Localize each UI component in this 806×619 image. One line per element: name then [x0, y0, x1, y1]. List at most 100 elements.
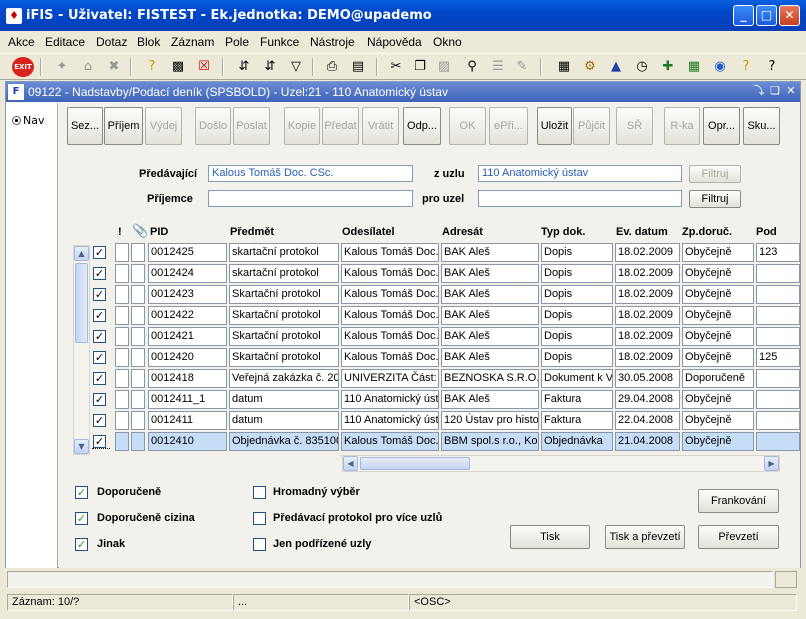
add-icon[interactable]: ✚: [658, 57, 678, 77]
scroll-thumb[interactable]: [75, 263, 88, 343]
row-select-checkbox[interactable]: ✓: [93, 288, 106, 301]
cell-typ[interactable]: Dokument k V:: [541, 369, 613, 388]
cell-typ[interactable]: Faktura: [541, 411, 613, 430]
cell-predmet[interactable]: Skartační protokol: [229, 327, 339, 346]
cell-adresat[interactable]: BEZNOSKA S.R.O.: [441, 369, 539, 388]
row-select-checkbox[interactable]: ✓: [93, 393, 106, 406]
action-button-15[interactable]: Opr...: [703, 107, 740, 145]
row-priority-cell[interactable]: [115, 306, 129, 325]
cell-odesilatel[interactable]: Kalous Tomáš Doc.: [341, 306, 439, 325]
row-attachment-cell[interactable]: [131, 327, 145, 346]
action-button-2[interactable]: Výdej: [145, 107, 182, 145]
print-preview-icon[interactable]: ▤: [348, 57, 368, 77]
cell-odesilatel[interactable]: Kalous Tomáš Doc.: [341, 432, 439, 451]
cell-pid[interactable]: 0012410: [148, 432, 227, 451]
jinak-checkbox[interactable]: ✓: [75, 538, 88, 551]
cell-adresat[interactable]: BAK Aleš: [441, 264, 539, 283]
cell-adresat[interactable]: BBM spol.s r.o., Ko: [441, 432, 539, 451]
menu-akce[interactable]: Akce: [8, 35, 35, 49]
cell-adresat[interactable]: BAK Aleš: [441, 285, 539, 304]
menu-blok[interactable]: Blok: [137, 35, 160, 49]
action-button-6[interactable]: Předat: [322, 107, 359, 145]
cell-predmet[interactable]: skartační protokol: [229, 243, 339, 262]
cut-icon[interactable]: ✂: [386, 57, 406, 77]
predavaci-checkbox[interactable]: [253, 512, 266, 525]
row-select-checkbox[interactable]: ✓: [93, 351, 106, 364]
action-button-0[interactable]: Sez...: [67, 107, 103, 145]
cell-odesilatel[interactable]: 110 Anatomický úst: [341, 390, 439, 409]
cell-pod[interactable]: [756, 390, 800, 409]
cell-odesilatel[interactable]: Kalous Tomáš Doc.: [341, 264, 439, 283]
settings-icon[interactable]: ⚙: [580, 57, 600, 77]
filter-icon[interactable]: ▽: [286, 57, 306, 77]
cell-predmet[interactable]: Skartační protokol: [229, 306, 339, 325]
row-priority-cell[interactable]: [115, 369, 129, 388]
row-priority-cell[interactable]: [115, 432, 129, 451]
cell-ev[interactable]: 21.04.2008: [615, 432, 680, 451]
row-attachment-cell[interactable]: [131, 390, 145, 409]
cell-predmet[interactable]: Objednávka č. 835100: [229, 432, 339, 451]
chart-icon[interactable]: ▲: [606, 57, 626, 77]
row-select-checkbox[interactable]: ✓: [93, 309, 106, 322]
pro-uzel-field[interactable]: [478, 190, 682, 207]
cell-pod[interactable]: [756, 306, 800, 325]
cell-typ[interactable]: Dopis: [541, 306, 613, 325]
cell-adresat[interactable]: BAK Aleš: [441, 243, 539, 262]
cell-ev[interactable]: 30.05.2008: [615, 369, 680, 388]
cancel-query-icon[interactable]: ☒: [194, 57, 214, 77]
cell-predmet[interactable]: Skartační protokol: [229, 348, 339, 367]
help-icon[interactable]: ?: [762, 57, 782, 77]
cell-predmet[interactable]: datum: [229, 411, 339, 430]
copy-icon[interactable]: ❐: [410, 57, 430, 77]
action-button-13[interactable]: SŘ: [616, 107, 653, 145]
cell-ev[interactable]: 18.02.2009: [615, 306, 680, 325]
row-attachment-cell[interactable]: [131, 306, 145, 325]
cell-pod[interactable]: 123: [756, 243, 800, 262]
insert-record-icon[interactable]: ⌂: [78, 57, 98, 77]
cell-ev[interactable]: 29.04.2008: [615, 390, 680, 409]
vertical-scrollbar[interactable]: ▲ ▼: [73, 245, 90, 455]
web-icon[interactable]: ◉: [710, 57, 730, 77]
jen-podrizene-checkbox[interactable]: [253, 538, 266, 551]
row-select-checkbox[interactable]: ✓: [93, 330, 106, 343]
hscroll-thumb[interactable]: [360, 457, 470, 470]
cell-pid[interactable]: 0012411_1: [148, 390, 227, 409]
cell-pod[interactable]: 125: [756, 348, 800, 367]
cell-odesilatel[interactable]: Kalous Tomáš Doc.: [341, 243, 439, 262]
cell-pod[interactable]: [756, 327, 800, 346]
row-attachment-cell[interactable]: [131, 369, 145, 388]
calculator-icon[interactable]: ▦: [554, 57, 574, 77]
row-priority-cell[interactable]: [115, 327, 129, 346]
row-attachment-cell[interactable]: [131, 243, 145, 262]
row-priority-cell[interactable]: [115, 411, 129, 430]
cell-ev[interactable]: 18.02.2009: [615, 285, 680, 304]
row-select-checkbox[interactable]: ✓: [93, 372, 106, 385]
hromadny-checkbox[interactable]: [253, 486, 266, 499]
menu-dotaz[interactable]: Dotaz: [96, 35, 127, 49]
action-button-1[interactable]: Příjem: [104, 107, 143, 145]
form-minimize-icon[interactable]: ⤵: [752, 84, 766, 98]
cell-ev[interactable]: 18.02.2009: [615, 243, 680, 262]
row-priority-cell[interactable]: [115, 264, 129, 283]
action-button-8[interactable]: Odp...: [403, 107, 441, 145]
horizontal-scrollbar[interactable]: ◀ ▶: [342, 455, 780, 472]
new-record-icon[interactable]: ✦: [52, 57, 72, 77]
cell-zp[interactable]: Obyčejně: [682, 327, 754, 346]
help-wizard-icon[interactable]: ?: [736, 57, 756, 77]
menu-zaznam[interactable]: Záznam: [171, 35, 214, 49]
cell-adresat[interactable]: BAK Aleš: [441, 327, 539, 346]
row-attachment-cell[interactable]: [131, 264, 145, 283]
z-uzlu-field[interactable]: 110 Anatomický ústav: [478, 165, 682, 182]
cell-ev[interactable]: 18.02.2009: [615, 348, 680, 367]
prevzeti-button[interactable]: Převzetí: [698, 525, 779, 549]
cell-odesilatel[interactable]: Kalous Tomáš Doc.: [341, 348, 439, 367]
exit-icon[interactable]: EXIT: [12, 57, 34, 77]
sort-desc-icon[interactable]: ⇵: [260, 57, 280, 77]
cell-zp[interactable]: Obyčejně: [682, 390, 754, 409]
cell-zp[interactable]: Obyčejně: [682, 411, 754, 430]
action-button-5[interactable]: Kopie: [284, 107, 320, 145]
menu-napoveda[interactable]: Nápověda: [367, 35, 422, 49]
delete-record-icon[interactable]: ✖: [104, 57, 124, 77]
cell-pod[interactable]: [756, 285, 800, 304]
prijemce-field[interactable]: [208, 190, 413, 207]
